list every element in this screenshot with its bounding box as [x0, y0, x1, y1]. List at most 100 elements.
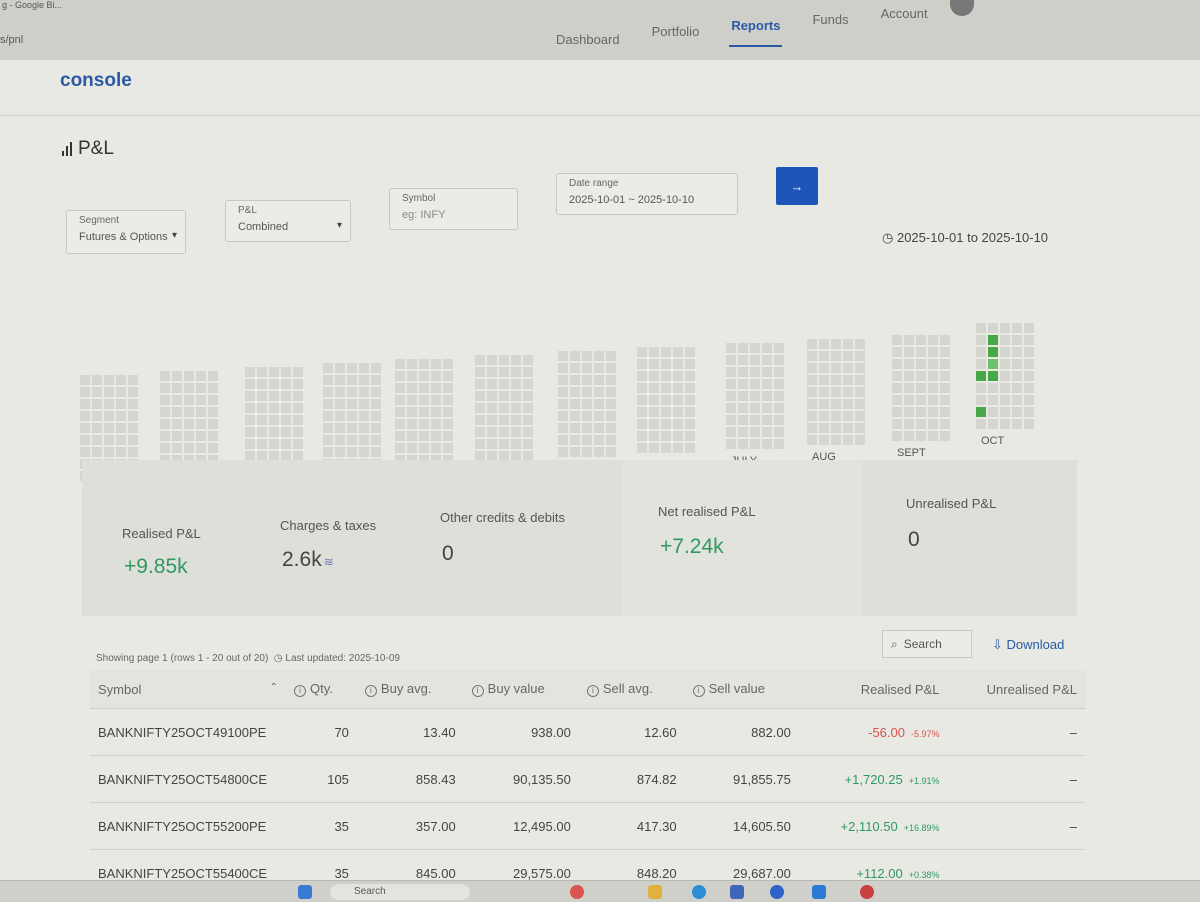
heatmap-day-cell[interactable]	[892, 419, 902, 429]
heatmap-day-cell[interactable]	[172, 419, 182, 429]
heatmap-day-cell[interactable]	[750, 391, 760, 401]
heatmap-day-cell[interactable]	[831, 375, 841, 385]
heatmap-day-cell[interactable]	[128, 375, 138, 385]
heatmap-day-cell[interactable]	[558, 363, 568, 373]
heatmap-day-cell[interactable]	[80, 435, 90, 445]
heatmap-day-cell[interactable]	[807, 399, 817, 409]
heatmap-day-cell[interactable]	[523, 403, 533, 413]
heatmap-day-cell[interactable]	[558, 351, 568, 361]
heatmap-day-cell[interactable]	[762, 439, 772, 449]
heatmap-day-cell[interactable]	[371, 387, 381, 397]
heatmap-day-cell[interactable]	[395, 443, 405, 453]
heatmap-day-cell[interactable]	[843, 351, 853, 361]
heatmap-day-cell[interactable]	[892, 335, 902, 345]
heatmap-day-cell[interactable]	[407, 359, 417, 369]
heatmap-day-cell[interactable]	[1000, 347, 1010, 357]
heatmap-day-cell[interactable]	[988, 359, 998, 369]
heatmap-day-cell[interactable]	[293, 391, 303, 401]
taskbar-search[interactable]: Search	[330, 884, 470, 900]
heatmap-day-cell[interactable]	[685, 431, 695, 441]
heatmap-day-cell[interactable]	[335, 387, 345, 397]
heatmap-day-cell[interactable]	[976, 347, 986, 357]
heatmap-day-cell[interactable]	[685, 443, 695, 453]
heatmap-day-cell[interactable]	[582, 387, 592, 397]
heatmap-day-cell[interactable]	[661, 395, 671, 405]
heatmap-day-cell[interactable]	[269, 367, 279, 377]
heatmap-day-cell[interactable]	[257, 415, 267, 425]
heatmap-day-cell[interactable]	[431, 359, 441, 369]
pnl-select[interactable]: P&L Combined ▾	[225, 200, 351, 242]
heatmap-day-cell[interactable]	[511, 403, 521, 413]
heatmap-day-cell[interactable]	[976, 323, 986, 333]
heatmap-day-cell[interactable]	[419, 371, 429, 381]
heatmap-day-cell[interactable]	[940, 335, 950, 345]
heatmap-day-cell[interactable]	[323, 447, 333, 457]
heatmap-day-cell[interactable]	[487, 415, 497, 425]
heatmap-day-cell[interactable]	[347, 447, 357, 457]
heatmap-day-cell[interactable]	[1000, 323, 1010, 333]
heatmap-day-cell[interactable]	[80, 447, 90, 457]
heatmap-day-cell[interactable]	[855, 423, 865, 433]
heatmap-day-cell[interactable]	[1000, 371, 1010, 381]
heatmap-day-cell[interactable]	[594, 351, 604, 361]
heatmap-day-cell[interactable]	[128, 435, 138, 445]
heatmap-day-cell[interactable]	[347, 399, 357, 409]
heatmap-day-cell[interactable]	[892, 383, 902, 393]
heatmap-day-cell[interactable]	[762, 367, 772, 377]
heatmap-day-cell[interactable]	[726, 379, 736, 389]
heatmap-day-cell[interactable]	[673, 443, 683, 453]
heatmap-day-cell[interactable]	[649, 443, 659, 453]
heatmap-day-cell[interactable]	[281, 439, 291, 449]
heatmap-day-cell[interactable]	[523, 427, 533, 437]
heatmap-day-cell[interactable]	[582, 363, 592, 373]
heatmap-day-cell[interactable]	[475, 439, 485, 449]
heatmap-day-cell[interactable]	[184, 443, 194, 453]
heatmap-day-cell[interactable]	[738, 379, 748, 389]
heatmap-day-cell[interactable]	[774, 439, 784, 449]
heatmap-day-cell[interactable]	[80, 399, 90, 409]
console-logo[interactable]: console	[60, 70, 132, 92]
heatmap-day-cell[interactable]	[431, 431, 441, 441]
heatmap-day-cell[interactable]	[523, 367, 533, 377]
heatmap-day-cell[interactable]	[673, 395, 683, 405]
heatmap-day-cell[interactable]	[606, 423, 616, 433]
header-sell-avg[interactable]: i Sell avg.	[578, 670, 685, 709]
heatmap-day-cell[interactable]	[558, 435, 568, 445]
heatmap-day-cell[interactable]	[419, 431, 429, 441]
heatmap-day-cell[interactable]	[269, 403, 279, 413]
table-row[interactable]: BANKNIFTY25OCT49100PE 70 13.40 938.00 12.60 8…	[90, 708, 1085, 756]
heatmap-day-cell[interactable]	[511, 367, 521, 377]
heatmap-day-cell[interactable]	[443, 419, 453, 429]
header-realised-pnl[interactable]: Realised P&L	[798, 670, 948, 709]
heatmap-day-cell[interactable]	[335, 375, 345, 385]
heatmap-day-cell[interactable]	[104, 387, 114, 397]
heatmap-day-cell[interactable]	[184, 371, 194, 381]
heatmap-day-cell[interactable]	[407, 383, 417, 393]
download-button[interactable]: ⇩ Download	[992, 637, 1064, 653]
heatmap-day-cell[interactable]	[916, 395, 926, 405]
heatmap-day-cell[interactable]	[928, 371, 938, 381]
heatmap-day-cell[interactable]	[807, 411, 817, 421]
heatmap-day-cell[interactable]	[582, 423, 592, 433]
heatmap-day-cell[interactable]	[116, 447, 126, 457]
heatmap-day-cell[interactable]	[774, 427, 784, 437]
heatmap-day-cell[interactable]	[819, 339, 829, 349]
heatmap-day-cell[interactable]	[335, 399, 345, 409]
heatmap-day-cell[interactable]	[1024, 419, 1034, 429]
heatmap-day-cell[interactable]	[988, 383, 998, 393]
heatmap-day-cell[interactable]	[649, 407, 659, 417]
heatmap-day-cell[interactable]	[606, 435, 616, 445]
heatmap-day-cell[interactable]	[475, 427, 485, 437]
heatmap-day-cell[interactable]	[104, 411, 114, 421]
heatmap-day-cell[interactable]	[649, 419, 659, 429]
heatmap-day-cell[interactable]	[750, 439, 760, 449]
heatmap-day-cell[interactable]	[208, 443, 218, 453]
heatmap-day-cell[interactable]	[523, 391, 533, 401]
heatmap-day-cell[interactable]	[807, 423, 817, 433]
heatmap-day-cell[interactable]	[499, 403, 509, 413]
heatmap-day-cell[interactable]	[940, 359, 950, 369]
heatmap-day-cell[interactable]	[582, 411, 592, 421]
heatmap-day-cell[interactable]	[774, 367, 784, 377]
heatmap-day-cell[interactable]	[443, 371, 453, 381]
heatmap-day-cell[interactable]	[116, 423, 126, 433]
